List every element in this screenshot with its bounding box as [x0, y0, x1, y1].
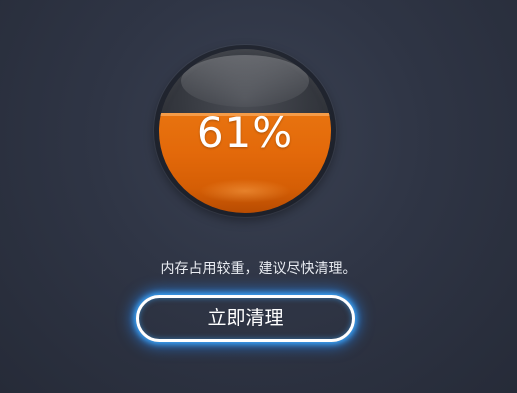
memory-usage-percent: 61% — [196, 108, 294, 157]
clean-now-button[interactable]: 立即清理 — [136, 295, 355, 342]
gauge-gloss-highlight — [181, 55, 309, 107]
memory-gauge-ball: 61% — [159, 49, 331, 213]
status-message: 内存占用较重，建议尽快清理。 — [160, 261, 357, 277]
memory-gauge: 61% — [154, 45, 336, 217]
